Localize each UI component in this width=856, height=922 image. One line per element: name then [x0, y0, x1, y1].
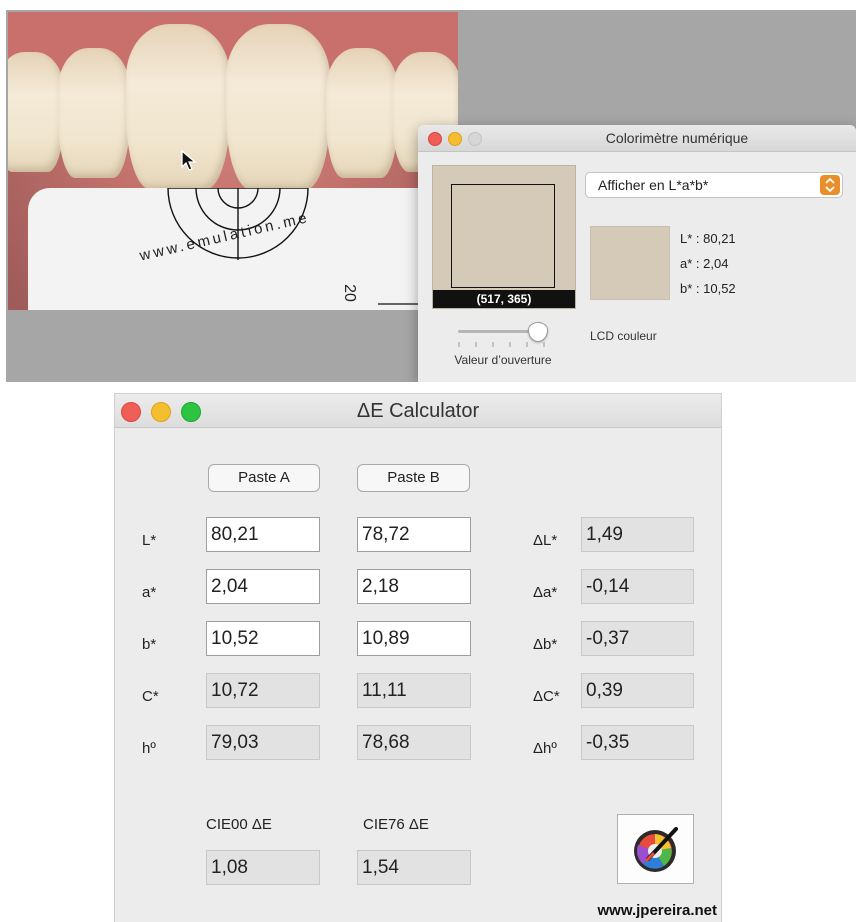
delta-h-value: -0,35 — [581, 725, 694, 760]
delta-e-calculator-window: ΔE Calculator Paste A Paste B L* 80,21 7… — [114, 393, 722, 922]
magnifier-preview: (517, 365) — [432, 165, 576, 309]
delta-label-a: Δa* — [533, 584, 558, 601]
window-title: ΔE Calculator — [356, 400, 480, 422]
color-picker-button[interactable] — [617, 814, 694, 884]
aperture-box — [451, 184, 555, 288]
row-label-c: C* — [142, 688, 159, 705]
delta-b-value: -0,37 — [581, 621, 694, 656]
slider-ticks — [458, 342, 545, 347]
colorimeter-titlebar: Colorimètre numérique — [418, 125, 856, 152]
lab-b-value: b* : 10,52 — [680, 281, 736, 296]
b-a-input[interactable]: 10,52 — [206, 621, 320, 656]
a-a-input[interactable]: 2,04 — [206, 569, 320, 604]
lab-l-value: L* : 80,21 — [680, 231, 736, 246]
card-graphic — [167, 188, 458, 305]
lab-a-value: a* : 2,04 — [680, 256, 729, 271]
row-label-l: L* — [142, 532, 157, 549]
paste-b-button[interactable]: Paste B — [357, 464, 470, 492]
window-title: Colorimètre numérique — [605, 130, 749, 146]
colorimeter-window: Colorimètre numérique (517, 365) Valeur … — [418, 125, 856, 382]
delta-label-l: ΔL* — [533, 532, 558, 549]
calculator-titlebar: ΔE Calculator — [115, 394, 721, 428]
shade-card — [28, 188, 458, 310]
teeth-photo: www.emulation.me 20 — [8, 12, 458, 310]
row-label-a: a* — [142, 584, 157, 601]
delta-label-c: ΔC* — [533, 688, 560, 705]
h-b-value: 78,68 — [357, 725, 471, 760]
updown-chevron-icon — [820, 175, 840, 195]
delta-c-value: 0,39 — [581, 673, 694, 708]
cie76-label: CIE76 ΔE — [363, 816, 429, 833]
cie00-value: 1,08 — [206, 850, 320, 885]
delta-label-h: Δhº — [533, 740, 557, 757]
c-b-value: 11,11 — [357, 673, 471, 708]
display-mode-select[interactable]: Afficher en L*a*b* — [585, 172, 843, 198]
c-a-value: 10,72 — [206, 673, 320, 708]
display-mode-value: Afficher en L*a*b* — [598, 177, 709, 193]
aperture-label: Valeur d’ouverture — [454, 353, 552, 367]
l-b-input[interactable]: 78,72 — [357, 517, 471, 552]
aperture-slider-knob[interactable] — [528, 322, 548, 342]
row-label-h: hº — [142, 740, 156, 757]
footer-url[interactable]: www.jpereira.net — [555, 902, 717, 919]
cie76-value: 1,54 — [357, 850, 471, 885]
top-screenshot: www.emulation.me 20 Colorimètre numériqu… — [6, 10, 856, 382]
h-a-value: 79,03 — [206, 725, 320, 760]
paste-a-button[interactable]: Paste A — [208, 464, 320, 492]
row-label-b: b* — [142, 636, 157, 653]
lcd-label: LCD couleur — [590, 329, 657, 343]
delta-label-b: Δb* — [533, 636, 558, 653]
delta-l-value: 1,49 — [581, 517, 694, 552]
l-a-input[interactable]: 80,21 — [206, 517, 320, 552]
delta-a-value: -0,14 — [581, 569, 694, 604]
color-swatch — [590, 226, 670, 300]
cie00-label: CIE00 ΔE — [206, 816, 272, 833]
card-number: 20 — [340, 284, 358, 302]
pointer-coordinates: (517, 365) — [433, 290, 575, 308]
a-b-input[interactable]: 2,18 — [357, 569, 471, 604]
b-b-input[interactable]: 10,89 — [357, 621, 471, 656]
color-wheel-icon — [634, 827, 678, 872]
mouse-cursor-icon — [181, 149, 197, 171]
